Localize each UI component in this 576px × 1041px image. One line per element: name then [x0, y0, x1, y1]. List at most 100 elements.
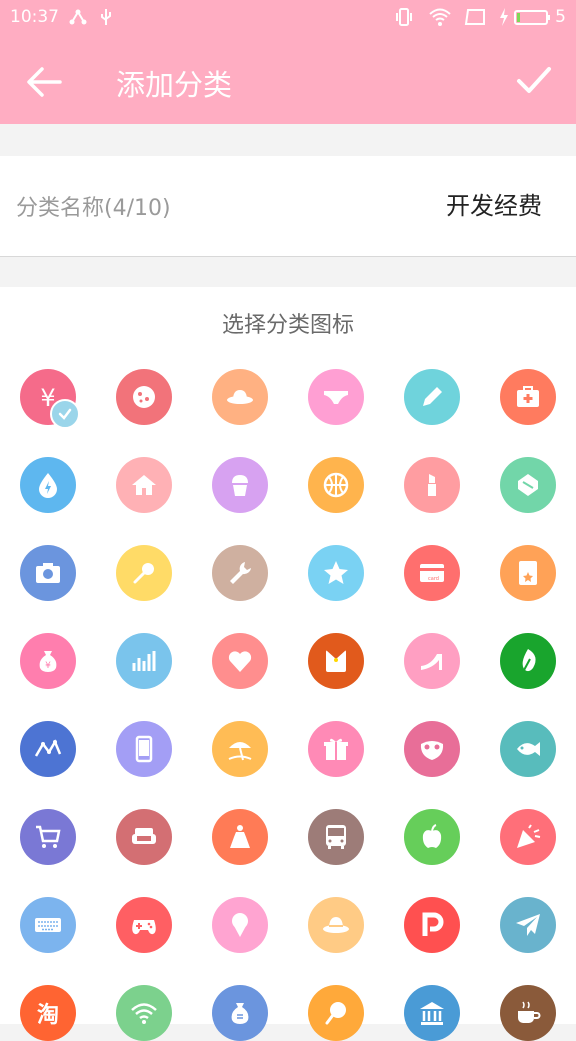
house-category-option[interactable]	[116, 457, 172, 513]
cart-category-option[interactable]	[20, 809, 76, 865]
taobao-category-option[interactable]: 淘	[20, 985, 76, 1041]
sofa-category-option[interactable]	[116, 809, 172, 865]
ice-cream-category-option[interactable]	[212, 897, 268, 953]
leaf-icon	[522, 649, 536, 673]
gift-category-option[interactable]	[308, 721, 364, 777]
p-logo-category-option[interactable]	[404, 897, 460, 953]
lipstick-icon	[428, 474, 436, 496]
card-icon: card	[420, 564, 444, 582]
confirm-check-icon[interactable]	[514, 60, 554, 100]
wifi-status-icon	[429, 8, 451, 26]
app-bar: 添加分类	[0, 38, 576, 124]
usb-icon	[101, 9, 111, 25]
underwear-icon	[324, 391, 348, 404]
money-bag-icon: ¥	[39, 651, 57, 672]
envelope-category-option[interactable]	[308, 633, 364, 689]
bar-chart-icon	[132, 651, 156, 671]
svg-text:card: card	[428, 576, 439, 582]
underwear-category-option[interactable]	[308, 369, 364, 425]
airplane-category-option[interactable]	[500, 897, 556, 953]
wave-chart-category-option[interactable]	[20, 721, 76, 777]
microphone-category-option[interactable]	[116, 545, 172, 601]
apple-category-option[interactable]	[404, 809, 460, 865]
water-drop-category-option[interactable]	[20, 457, 76, 513]
house-icon	[132, 475, 156, 495]
first-aid-icon	[517, 386, 539, 407]
keyboard-icon	[35, 918, 61, 932]
svg-text:¥: ¥	[45, 661, 51, 671]
gamepad-icon	[132, 920, 156, 935]
heart-icon	[228, 651, 252, 672]
mask-icon	[420, 741, 444, 760]
card-category-option[interactable]: card	[404, 545, 460, 601]
charging-icon	[500, 8, 508, 26]
first-aid-category-option[interactable]	[500, 369, 556, 425]
water-drop-icon	[39, 473, 57, 498]
cookie-category-option[interactable]	[116, 369, 172, 425]
page-title: 添加分类	[116, 68, 233, 102]
lipstick-category-option[interactable]	[404, 457, 460, 513]
dress-category-option[interactable]	[212, 809, 268, 865]
svg-text:淘: 淘	[37, 1002, 59, 1028]
yen-category-option[interactable]: ¥	[20, 369, 80, 429]
red-envelope-category-option[interactable]	[500, 545, 556, 601]
bank-category-option[interactable]	[404, 985, 460, 1041]
party-category-option[interactable]	[500, 809, 556, 865]
check-icon	[58, 408, 72, 420]
towel-category-option[interactable]	[500, 457, 556, 513]
cart-icon	[36, 825, 61, 848]
battery-level: 5	[555, 7, 566, 27]
battery-icon	[514, 10, 550, 25]
basketball-icon	[323, 472, 349, 498]
p-logo-icon	[422, 912, 444, 936]
bus-category-option[interactable]	[308, 809, 364, 865]
fish-category-option[interactable]	[500, 721, 556, 777]
envelope-icon	[326, 650, 346, 672]
microphone-icon	[133, 563, 154, 584]
high-heel-category-option[interactable]	[404, 633, 460, 689]
star-icon	[324, 561, 348, 584]
hat-category-option[interactable]	[212, 369, 268, 425]
pencil-category-option[interactable]	[404, 369, 460, 425]
pencil-icon	[423, 387, 442, 406]
back-arrow-icon[interactable]	[24, 62, 64, 102]
sun-hat-icon	[323, 917, 349, 933]
selected-check-badge	[50, 399, 80, 429]
camera-icon	[36, 563, 60, 583]
phone-category-option[interactable]	[116, 721, 172, 777]
heart-category-option[interactable]	[212, 633, 268, 689]
icon-section-title: 选择分类图标	[221, 313, 354, 338]
category-name-input[interactable]	[340, 188, 544, 218]
cupcake-category-option[interactable]	[212, 457, 268, 513]
beach-category-option[interactable]	[212, 721, 268, 777]
wrench-category-option[interactable]	[212, 545, 268, 601]
gift-icon	[324, 738, 348, 760]
bar-chart-category-option[interactable]	[116, 633, 172, 689]
keyboard-category-option[interactable]	[20, 897, 76, 953]
leaf-category-option[interactable]	[500, 633, 556, 689]
camera-category-option[interactable]	[20, 545, 76, 601]
money-bag-category-option[interactable]: ¥	[20, 633, 76, 689]
mask-category-option[interactable]	[404, 721, 460, 777]
party-icon	[517, 824, 541, 848]
sun-hat-category-option[interactable]	[308, 897, 364, 953]
chicken-category-option[interactable]	[308, 985, 364, 1041]
wifi-category-option[interactable]	[116, 985, 172, 1041]
gamepad-category-option[interactable]	[116, 897, 172, 953]
apple-icon	[422, 824, 442, 848]
share-icon	[69, 9, 87, 25]
coffee-category-option[interactable]	[500, 985, 556, 1041]
bag-category-option[interactable]	[212, 985, 268, 1041]
hat-icon	[227, 390, 253, 404]
sofa-icon	[132, 828, 156, 844]
basketball-category-option[interactable]	[308, 457, 364, 513]
airplane-icon	[516, 914, 540, 936]
cookie-icon	[133, 386, 155, 408]
status-bar: 10:37 5	[0, 0, 576, 38]
sim-card-icon	[464, 9, 485, 25]
dress-icon	[230, 825, 250, 848]
wrench-icon	[230, 562, 251, 584]
star-category-option[interactable]	[308, 545, 364, 601]
category-name-label: 分类名称(4/10)	[16, 196, 171, 221]
status-time: 10:37	[10, 7, 59, 27]
